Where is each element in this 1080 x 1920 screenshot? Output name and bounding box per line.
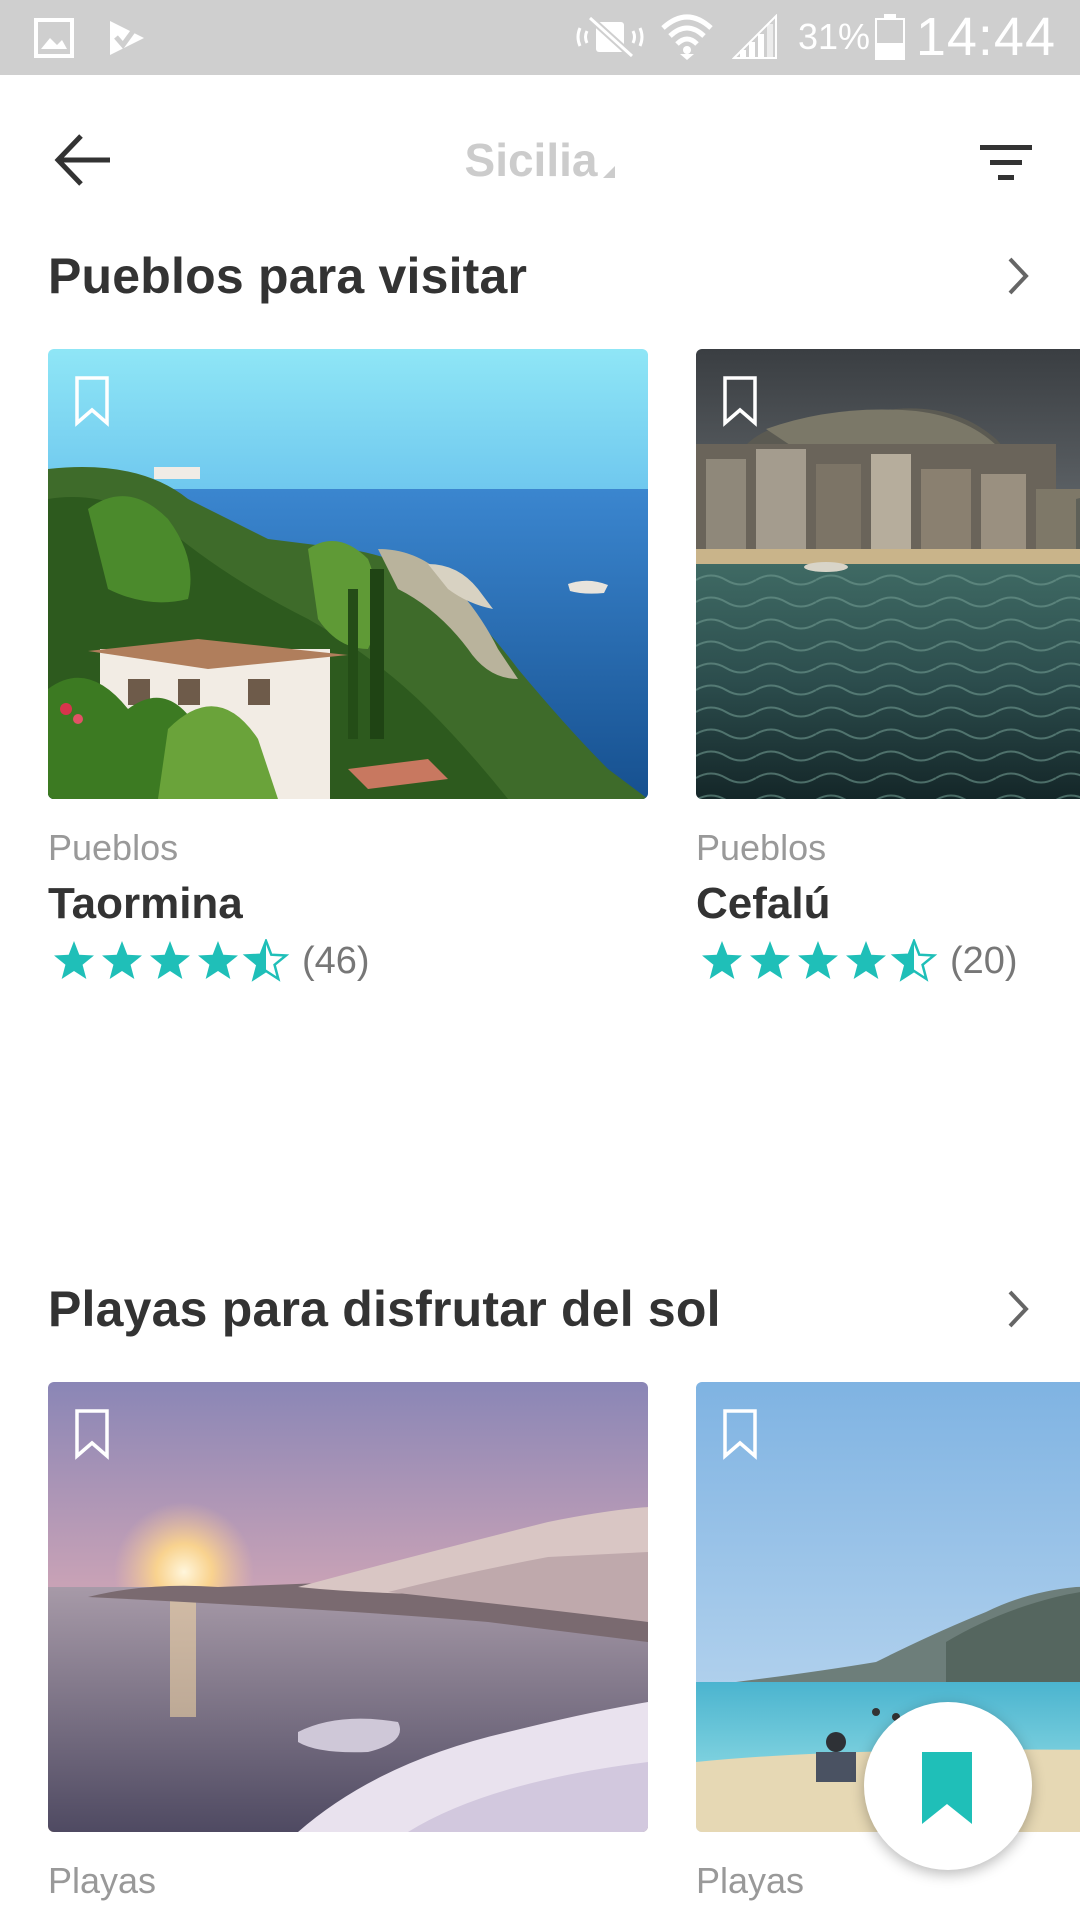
star-full-icon: [102, 941, 142, 979]
taormina-photo: [48, 349, 648, 799]
chevron-right-icon[interactable]: [998, 251, 1038, 301]
wifi-icon: [661, 14, 713, 60]
star-full-icon: [846, 941, 886, 979]
clock: 14:44: [915, 7, 1056, 67]
star-full-icon: [198, 941, 238, 979]
bookmark-icon[interactable]: [722, 1408, 758, 1460]
dropdown-caret-icon: [603, 166, 616, 178]
section-title: Pueblos para visitar: [48, 248, 528, 304]
review-count: (46): [302, 939, 370, 982]
app-bar: Sicilia: [0, 75, 1080, 245]
star-full-icon: [54, 941, 94, 979]
rating: (20): [700, 939, 1018, 989]
card-category: Playas: [696, 1860, 805, 1901]
battery-percentage: 31%: [798, 16, 871, 57]
star-half-icon: [242, 939, 290, 982]
screen: 31% 14:44 Sicilia Pueblos para visitar P…: [0, 0, 1080, 1920]
saved-places-fab[interactable]: [864, 1702, 1032, 1870]
beach-sunset-photo: [48, 1382, 648, 1832]
check-icon: [110, 21, 144, 55]
rating: (46): [52, 939, 370, 989]
bookmark-icon[interactable]: [722, 375, 758, 427]
gallery-icon: [34, 18, 74, 58]
card-category: Playas: [48, 1860, 157, 1901]
title-dropdown[interactable]: Sicilia: [0, 133, 1080, 187]
star-rating-icons: [54, 939, 290, 982]
bookmark-filled-icon: [922, 1752, 972, 1824]
card-title: Taormina: [48, 879, 243, 928]
mute-icon: [576, 15, 644, 59]
card-image[interactable]: [48, 1382, 648, 1832]
status-bar: 31% 14:44: [0, 0, 1080, 75]
card-category: Pueblos: [696, 827, 827, 868]
filter-icon[interactable]: [976, 137, 1036, 189]
star-half-icon: [890, 939, 938, 982]
bookmark-icon[interactable]: [74, 1408, 110, 1460]
section-header-playas[interactable]: Playas para disfrutar del sol: [48, 1280, 1038, 1350]
bookmark-icon[interactable]: [74, 375, 110, 427]
review-count: (20): [950, 939, 1018, 982]
card-category: Pueblos: [48, 827, 179, 868]
section-header-pueblos[interactable]: Pueblos para visitar: [48, 247, 1038, 317]
signal-icon: [732, 14, 777, 59]
chevron-right-icon[interactable]: [998, 1284, 1038, 1334]
star-rating-icons: [702, 939, 938, 982]
page-title: Sicilia: [464, 134, 598, 186]
battery-icon: [875, 14, 905, 60]
star-full-icon: [150, 941, 190, 979]
star-full-icon: [798, 941, 838, 979]
section-title: Playas para disfrutar del sol: [48, 1281, 721, 1337]
star-full-icon: [750, 941, 790, 979]
star-full-icon: [702, 941, 742, 979]
card-title: Cefalú: [696, 879, 831, 928]
card-image[interactable]: [48, 349, 648, 799]
card-image[interactable]: [696, 349, 1080, 799]
